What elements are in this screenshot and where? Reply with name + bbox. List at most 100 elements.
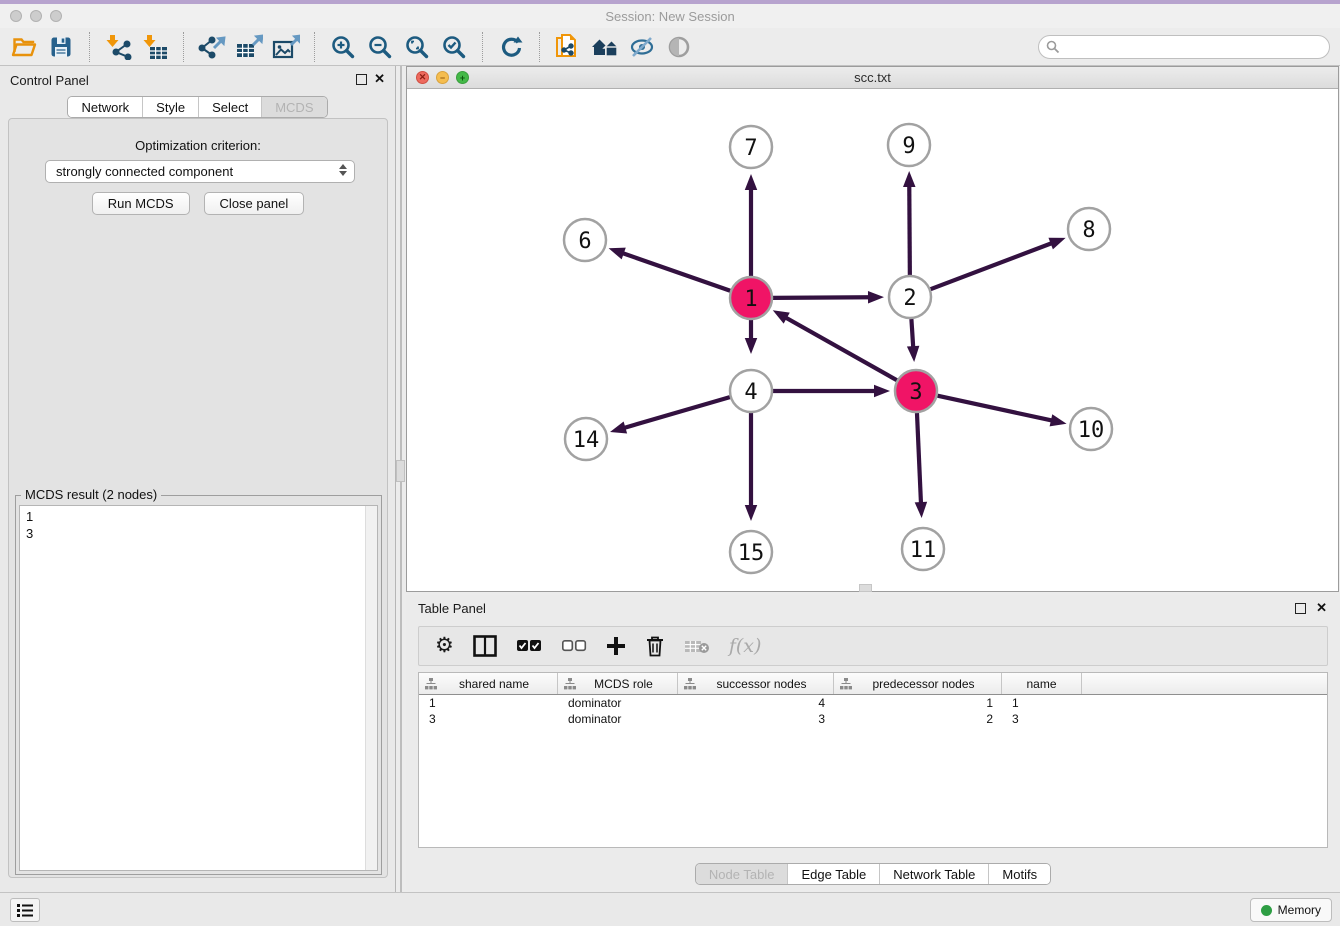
table-cell[interactable]: 2 (834, 712, 1002, 726)
search-input[interactable] (1038, 35, 1330, 59)
table-cell[interactable]: 1 (1002, 696, 1082, 710)
table-cell[interactable]: 3 (419, 712, 558, 726)
control-panel-tabs: Network Style Select MCDS (67, 96, 327, 118)
vertical-splitter-handle[interactable] (396, 460, 405, 482)
float-panel-icon[interactable] (356, 74, 367, 85)
table-row[interactable]: 1dominator411 (419, 695, 1327, 711)
gear-icon[interactable]: ⚙ (435, 633, 454, 659)
graph-node-14[interactable]: 14 (565, 418, 607, 460)
table-cell[interactable]: 1 (419, 696, 558, 710)
column-header-successor-nodes[interactable]: successor nodes (678, 673, 834, 694)
table-cell[interactable]: 3 (678, 712, 834, 726)
zoom-fit-icon[interactable] (403, 33, 431, 61)
graph-node-1[interactable]: 1 (730, 277, 772, 319)
graph-node-10[interactable]: 10 (1070, 408, 1112, 450)
table-cell[interactable]: 4 (678, 696, 834, 710)
refresh-icon[interactable] (497, 33, 525, 61)
table-row[interactable]: 3dominator323 (419, 711, 1327, 727)
add-column-icon[interactable] (606, 633, 626, 659)
open-folder-icon[interactable] (10, 33, 38, 61)
task-history-button[interactable] (10, 898, 40, 922)
tab-mcds[interactable]: MCDS (261, 97, 326, 117)
delete-table-icon[interactable] (684, 633, 710, 659)
column-header-predecessor-nodes[interactable]: predecessor nodes (834, 673, 1002, 694)
optimization-criterion-select[interactable]: strongly connected component (45, 160, 355, 183)
close-panel-icon[interactable]: ✕ (374, 72, 385, 86)
column-sort-icon (564, 678, 576, 690)
tab-style[interactable]: Style (142, 97, 198, 117)
table-cell[interactable]: 3 (1002, 712, 1082, 726)
graph-node-2[interactable]: 2 (889, 276, 931, 318)
export-image-icon[interactable] (272, 33, 300, 61)
graph-node-4[interactable]: 4 (730, 370, 772, 412)
table-cell[interactable]: dominator (558, 712, 678, 726)
graph-node-6[interactable]: 6 (564, 219, 606, 261)
graph-edge-4-14[interactable] (610, 397, 730, 433)
graph-edge-3-11[interactable] (915, 413, 927, 518)
float-table-panel-icon[interactable] (1295, 603, 1306, 614)
graph-node-7[interactable]: 7 (730, 126, 772, 168)
memory-button[interactable]: Memory (1250, 898, 1332, 922)
graph-node-11[interactable]: 11 (902, 528, 944, 570)
select-all-icon[interactable] (516, 633, 542, 659)
graph-node-9[interactable]: 9 (888, 124, 930, 166)
graph-node-8[interactable]: 8 (1068, 208, 1110, 250)
graph-edge-3-1[interactable] (773, 310, 897, 380)
zoom-out-icon[interactable] (366, 33, 394, 61)
tab-select[interactable]: Select (198, 97, 261, 117)
tab-edge-table[interactable]: Edge Table (787, 864, 879, 884)
show-all-networks-icon[interactable] (591, 33, 619, 61)
titlebar: Session: New Session (0, 4, 1340, 28)
save-icon[interactable] (47, 33, 75, 61)
export-table-icon[interactable] (235, 33, 263, 61)
export-network-icon[interactable] (198, 33, 226, 61)
graph-node-15[interactable]: 15 (730, 531, 772, 573)
graph-edge-2-3[interactable] (907, 319, 919, 362)
graph-edge-1-7[interactable] (745, 174, 758, 276)
tab-node-table[interactable]: Node Table (696, 864, 788, 884)
tab-motifs[interactable]: Motifs (988, 864, 1050, 884)
visibility-icon[interactable] (665, 33, 693, 61)
import-table-icon[interactable] (141, 33, 169, 61)
graph-edge-1-4[interactable] (745, 320, 758, 354)
graph-edge-4-15[interactable] (745, 413, 758, 521)
column-header-shared-name[interactable]: shared name (419, 673, 558, 694)
graph-node-3[interactable]: 3 (895, 370, 937, 412)
close-panel-button[interactable]: Close panel (204, 192, 305, 215)
graph-edge-1-2[interactable] (773, 291, 884, 303)
zoom-selected-icon[interactable] (440, 33, 468, 61)
graph-edge-2-8[interactable] (931, 238, 1066, 289)
network-graph: 7 9 6 8 1 2 4 3 14 10 15 11 (407, 89, 1338, 591)
table-panel-title: Table Panel (418, 601, 486, 616)
mcds-result-textarea[interactable]: 1 3 (19, 505, 378, 871)
graph-edge-3-10[interactable] (937, 396, 1066, 427)
hide-panels-icon[interactable] (628, 33, 656, 61)
deselect-all-icon[interactable] (561, 633, 587, 659)
column-header-name[interactable]: name (1002, 673, 1082, 694)
network-canvas[interactable]: 7 9 6 8 1 2 4 3 14 10 15 11 (407, 89, 1338, 591)
import-network-icon[interactable] (104, 33, 132, 61)
delete-icon[interactable] (645, 633, 665, 659)
svg-text:11: 11 (910, 538, 937, 563)
clone-network-icon[interactable] (554, 33, 582, 61)
horizontal-splitter-handle[interactable] (859, 584, 872, 592)
main-toolbar (0, 28, 1340, 66)
split-columns-icon[interactable] (473, 633, 497, 659)
graph-edge-2-9[interactable] (903, 171, 915, 275)
list-icon (17, 903, 33, 917)
graph-edge-4-3[interactable] (773, 385, 890, 398)
graph-edge-1-6[interactable] (609, 248, 731, 291)
table-cell[interactable]: 1 (834, 696, 1002, 710)
result-line: 1 (26, 508, 377, 525)
column-header-mcds-role[interactable]: MCDS role (558, 673, 678, 694)
optimization-criterion-label: Optimization criterion: (9, 138, 387, 153)
function-builder-icon[interactable]: f(x) (729, 633, 762, 659)
run-mcds-button[interactable]: Run MCDS (92, 192, 190, 215)
result-scrollbar[interactable] (365, 506, 377, 870)
svg-text:7: 7 (744, 136, 757, 161)
tab-network[interactable]: Network (68, 97, 142, 117)
table-cell[interactable]: dominator (558, 696, 678, 710)
close-table-panel-icon[interactable]: ✕ (1316, 601, 1327, 615)
tab-network-table[interactable]: Network Table (879, 864, 988, 884)
zoom-in-icon[interactable] (329, 33, 357, 61)
